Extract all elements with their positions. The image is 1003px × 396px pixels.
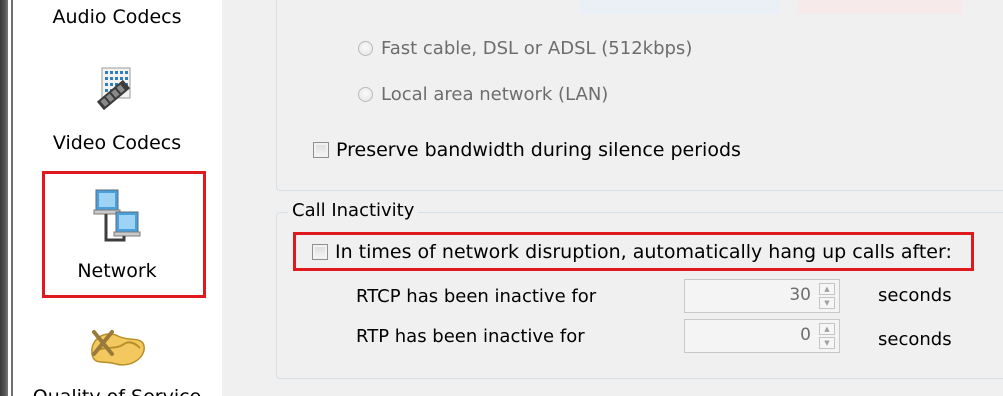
rtp-spinner[interactable]: 0 ▲ ▼ (684, 319, 840, 353)
radio-button[interactable] (358, 86, 373, 102)
rtcp-value[interactable]: 30 (789, 285, 811, 305)
rtp-label: RTP has been inactive for (356, 326, 585, 347)
radio-lan[interactable]: Local area network (LAN) (358, 82, 608, 106)
sidebar-item-video-codecs[interactable]: Video Codecs (14, 52, 220, 162)
rtp-unit: seconds (878, 329, 952, 350)
sidebar: Audio Codecs Video Codecs Network (14, 0, 220, 396)
radio-button[interactable] (358, 40, 373, 56)
settings-window: Audio Codecs Video Codecs Network Fast c… (0, 0, 1003, 396)
radio-fast-cable[interactable]: Fast cable, DSL or ADSL (512kbps) (358, 36, 692, 60)
quality-of-service-icon (86, 324, 148, 372)
sidebar-item-label: Quality of Service (14, 386, 220, 396)
window-edge (0, 0, 8, 396)
radio-label: Fast cable, DSL or ADSL (512kbps) (381, 37, 693, 59)
rtcp-label: RTCP has been inactive for (356, 286, 597, 307)
spin-down-icon[interactable]: ▼ (819, 337, 835, 349)
rtcp-spinner[interactable]: 30 ▲ ▼ (684, 279, 840, 313)
spin-up-icon[interactable]: ▲ (819, 283, 835, 295)
sidebar-item-audio-codecs[interactable]: Audio Codecs (14, 0, 220, 30)
sidebar-item-label: Audio Codecs (52, 6, 182, 28)
sidebar-item-quality-of-service[interactable]: Quality of Service (14, 320, 220, 396)
call-inactivity-title: Call Inactivity (288, 200, 419, 221)
checkbox[interactable] (313, 142, 329, 158)
hangup-highlight-box (293, 232, 974, 271)
radio-label: Local area network (LAN) (381, 83, 609, 105)
rtp-value[interactable]: 0 (800, 325, 811, 345)
rtcp-unit: seconds (878, 285, 952, 306)
window-edge-line (11, 0, 13, 396)
video-codecs-icon (93, 62, 141, 111)
sidebar-item-label: Video Codecs (52, 132, 182, 154)
checkbox-label: Preserve bandwidth during silence period… (336, 139, 741, 161)
preserve-bandwidth-checkbox[interactable]: Preserve bandwidth during silence period… (313, 138, 741, 162)
network-settings-panel: Fast cable, DSL or ADSL (512kbps) Local … (222, 0, 1003, 396)
network-highlight-box (42, 171, 206, 298)
spin-down-icon[interactable]: ▼ (819, 297, 835, 309)
spin-up-icon[interactable]: ▲ (819, 323, 835, 335)
